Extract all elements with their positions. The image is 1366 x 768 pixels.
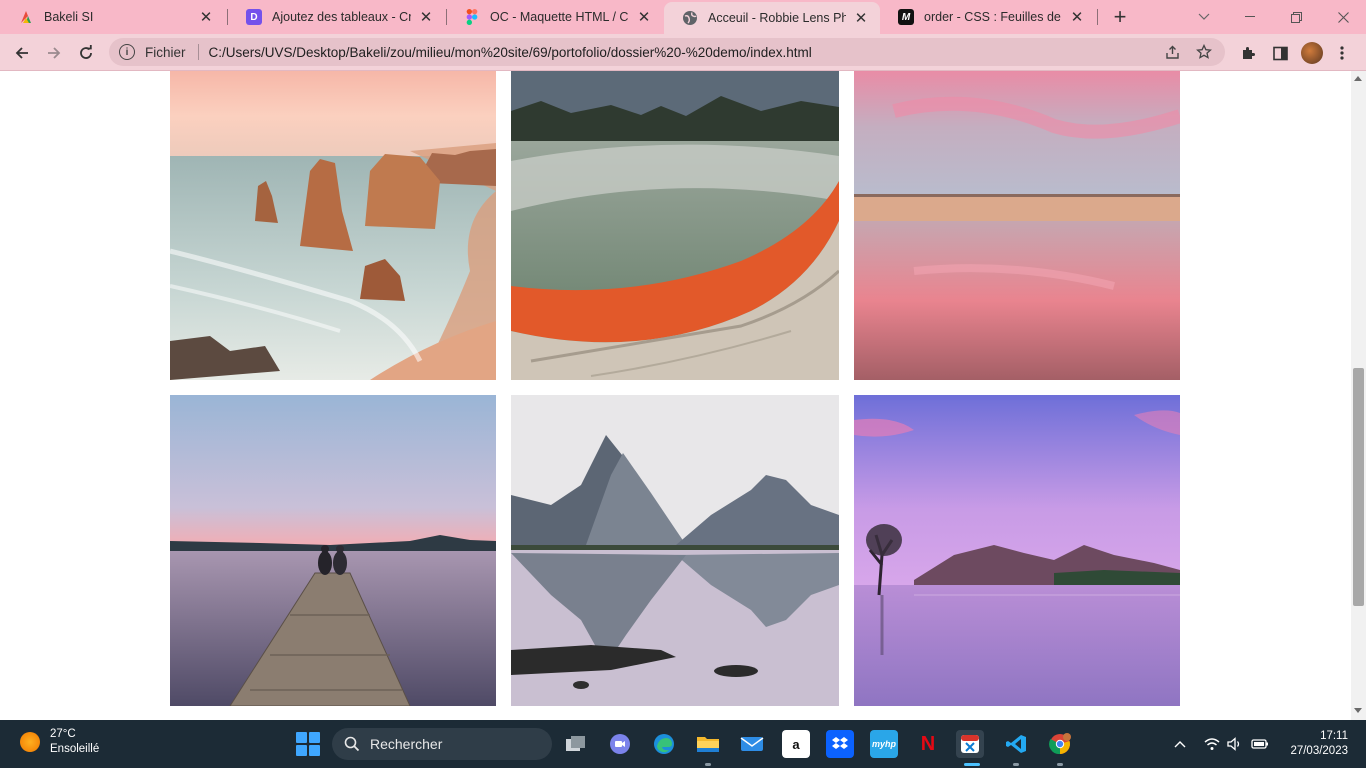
tab-title: order - CSS : Feuilles de style [924,10,1062,24]
clock-date: 27/03/2023 [1290,745,1348,757]
tab-openclassrooms[interactable]: D Ajoutez des tableaux - Créez ✕ [228,0,445,34]
photo-twelve-apostles[interactable] [170,71,496,380]
weather-widget[interactable]: 27°C Ensoleillé [20,727,99,757]
close-tab-icon[interactable]: ✕ [852,9,870,27]
browser-menu-icon[interactable] [1329,40,1355,66]
wifi-icon[interactable] [1202,734,1222,754]
tab-strip: Bakeli SI ✕ D Ajoutez des tableaux - Cré… [0,0,1366,34]
photo-pink-beach[interactable] [854,71,1180,380]
tab-title: Acceuil - Robbie Lens Photog [708,11,846,25]
clock-time: 17:11 [1320,730,1348,742]
mail-icon[interactable] [738,730,766,758]
search-placeholder: Rechercher [370,736,443,752]
address-bar[interactable]: i Fichier C:/Users/UVS/Desktop/Bakeli/zo… [109,38,1225,66]
forward-button[interactable] [41,40,67,66]
snipping-tool-icon[interactable] [956,730,984,758]
minimize-button[interactable] [1227,0,1273,34]
tab-bakeli[interactable]: Bakeli SI ✕ [0,0,225,34]
side-panel-icon[interactable] [1267,40,1293,66]
netflix-icon[interactable]: N [914,730,942,758]
tab-figma[interactable]: OC - Maquette HTML / CSS d ✕ [446,0,663,34]
close-tab-icon[interactable]: ✕ [635,8,653,26]
sun-icon [20,732,40,752]
new-tab-button[interactable]: + [1108,4,1132,29]
close-tab-icon[interactable]: ✕ [1068,8,1086,26]
figma-icon [464,9,480,25]
close-tab-icon[interactable]: ✕ [417,8,435,26]
weather-description: Ensoleillé [50,743,100,755]
photo-lone-tree-lake[interactable] [854,395,1180,706]
tab-title: Ajoutez des tableaux - Créez [272,10,411,24]
photo-geothermal-pool[interactable] [511,71,839,380]
running-indicator [1057,763,1063,766]
tab-title: Bakeli SI [44,10,94,24]
bookmark-star-icon[interactable] [1193,41,1215,63]
mdn-icon: M [898,9,914,25]
restore-button[interactable] [1273,0,1319,34]
page-scrollbar[interactable] [1351,71,1366,720]
weather-temperature: 27°C [50,728,76,740]
scrollbar-thumb[interactable] [1353,368,1364,606]
scroll-down-arrow-icon[interactable] [1354,708,1362,713]
photo-fjord-mountains[interactable] [511,395,839,706]
tab-robbie-lens[interactable]: Acceuil - Robbie Lens Photog ✕ [664,2,880,34]
search-icon [344,736,360,752]
url-text[interactable]: C:/Users/UVS/Desktop/Bakeli/zou/milieu/m… [209,45,1161,60]
running-indicator [705,763,711,766]
show-hidden-icons-chevron-icon[interactable] [1170,734,1190,754]
site-info-icon[interactable]: i [119,44,135,60]
page-content [0,71,1351,720]
edge-icon[interactable] [650,730,678,758]
extensions-icon[interactable] [1235,40,1261,66]
file-explorer-icon[interactable] [694,730,722,758]
close-tab-icon[interactable]: ✕ [197,8,215,26]
vscode-icon[interactable] [1002,730,1030,758]
omnibox-divider [197,44,199,60]
system-clock[interactable]: 17:11 27/03/2023 [1290,729,1348,759]
taskbar-search[interactable]: Rechercher [332,728,552,760]
running-indicator-active [964,763,980,766]
tab-search-icon[interactable] [1181,0,1227,34]
tab-divider [1097,9,1098,25]
volume-icon[interactable] [1225,734,1245,754]
openclassrooms-icon: D [246,9,262,25]
profile-avatar[interactable] [1299,40,1325,66]
windows-taskbar: 27°C Ensoleillé Rechercher a myhp N 17:1… [0,720,1366,768]
tab-title: OC - Maquette HTML / CSS d [490,10,629,24]
scheme-label: Fichier [145,44,186,60]
myhp-icon[interactable]: myhp [870,730,898,758]
task-view-icon[interactable] [562,730,590,758]
amazon-icon[interactable]: a [782,730,810,758]
teams-chat-icon[interactable] [606,730,634,758]
share-icon[interactable] [1161,41,1183,63]
dropbox-icon[interactable] [826,730,854,758]
reload-button[interactable] [73,40,99,66]
back-button[interactable] [9,40,35,66]
start-button[interactable] [296,732,320,756]
photo-pier-couple[interactable] [170,395,496,706]
tab-mdn[interactable]: M order - CSS : Feuilles de style ✕ [880,0,1096,34]
running-indicator [1013,763,1019,766]
scroll-up-arrow-icon[interactable] [1354,76,1362,81]
chrome-icon[interactable] [1046,730,1074,758]
browser-toolbar: i Fichier C:/Users/UVS/Desktop/Bakeli/zo… [0,34,1366,71]
close-window-button[interactable] [1320,0,1366,34]
globe-icon [682,10,698,26]
bakeli-icon [18,9,34,25]
battery-icon[interactable] [1250,734,1270,754]
